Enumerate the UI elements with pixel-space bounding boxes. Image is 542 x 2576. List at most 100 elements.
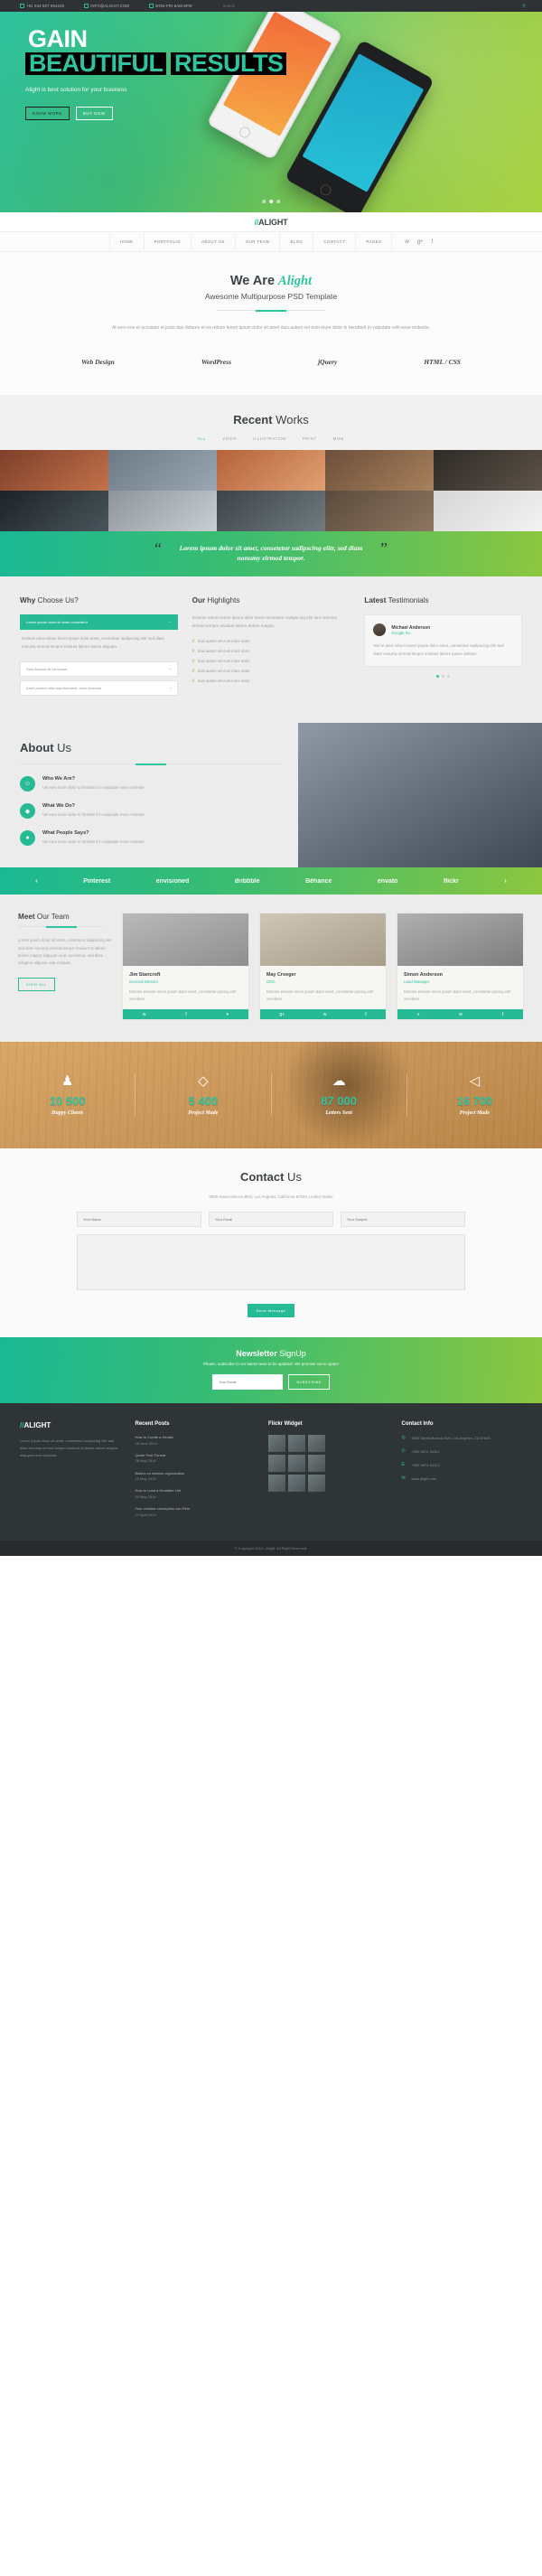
facebook-icon[interactable]: f [502, 1012, 503, 1017]
facebook-icon[interactable]: f [185, 1012, 186, 1017]
filter-mise[interactable]: MISE [333, 436, 345, 441]
contact-message-textarea[interactable] [77, 1234, 465, 1291]
testimonial-dot-2[interactable] [442, 675, 445, 679]
client-logo-envato[interactable]: envato [378, 878, 398, 885]
team-member-photo [123, 913, 248, 967]
flickr-thumbnail[interactable] [307, 1455, 325, 1473]
client-logo-pinterest[interactable]: Pinterest [83, 878, 110, 885]
nav-item-portfolio[interactable]: PORTFOLIO [143, 233, 191, 250]
portfolio-item[interactable] [325, 491, 434, 531]
team-divider [18, 926, 104, 928]
nav-item-our-team[interactable]: OUR TEAM [234, 233, 280, 250]
site-logo[interactable]: //ALIGHT [255, 218, 288, 227]
search-icon[interactable]: ⚲ [522, 4, 526, 9]
accordion-header-3[interactable]: Amet purator clita reprehenderit, enim e… [20, 680, 178, 697]
footer-contact-phone: ✆ +555 9876 54321 [401, 1448, 522, 1456]
footer-post-item[interactable]: How to Load a Headfrier Life 04 May 2014 [135, 1488, 256, 1500]
testimonial-dot-1[interactable] [436, 675, 440, 679]
slider-dots[interactable] [262, 199, 280, 203]
stat-label: Happy Clients [51, 1110, 84, 1117]
accordion-header-2[interactable]: Duis dolores sit ea rebum + [20, 661, 178, 678]
flickr-thumbnail[interactable] [287, 1455, 305, 1473]
nav-item-contact[interactable]: CONTACT [313, 233, 355, 250]
client-logo-envisioned[interactable]: envisioned [156, 878, 190, 885]
contact-subject-input[interactable] [341, 1212, 465, 1228]
nav-item-about-us[interactable]: ABOUT US [190, 233, 235, 250]
portfolio-item[interactable] [434, 491, 542, 531]
client-logo-behance[interactable]: Béhance [305, 878, 332, 885]
search-input[interactable] [222, 4, 304, 8]
topbar-search[interactable]: ⚲ [222, 4, 542, 9]
client-logo-flickr[interactable]: flickr [444, 878, 459, 885]
flickr-thumbnail[interactable] [307, 1475, 325, 1493]
about-title: About Us [20, 741, 278, 754]
slider-dot-3[interactable] [276, 200, 280, 203]
facebook-icon[interactable]: f [432, 239, 434, 245]
slider-dot-1[interactable] [262, 200, 266, 203]
footer-logo[interactable]: //ALIGHT [20, 1421, 122, 1429]
filter-video[interactable]: VIDEO [222, 436, 237, 441]
flickr-thumbnail[interactable] [287, 1475, 305, 1493]
footer-contact-website[interactable]: ✉ www.alight.com [401, 1475, 522, 1483]
flickr-thumbnail[interactable] [267, 1435, 285, 1453]
filter-all[interactable]: ALL [198, 436, 206, 441]
chevron-down-icon[interactable]: ▾ [227, 1012, 229, 1017]
send-message-button[interactable]: Send Message [247, 1304, 295, 1318]
testimonial-dots[interactable] [364, 675, 522, 679]
view-all-button[interactable]: VIEW ALL [18, 977, 56, 991]
google-plus-icon[interactable]: g+ [417, 239, 424, 245]
flickr-thumbnail[interactable] [287, 1435, 305, 1453]
contact-email-input[interactable] [209, 1212, 333, 1228]
highlight-bullet-text: duis autem vel eum iriure dolor [198, 668, 250, 673]
flickr-thumbnail[interactable] [267, 1475, 285, 1493]
stat-label: Letters Sent [325, 1110, 352, 1117]
works-title: Recent Works [0, 413, 542, 426]
portfolio-item[interactable] [325, 450, 434, 491]
footer-post-item[interactable]: Basics on mission organization 12 May 20… [135, 1471, 256, 1483]
carousel-next-icon[interactable]: › [504, 878, 506, 885]
filter-illustration[interactable]: ILLUSTRATION [253, 436, 286, 441]
subscribe-button[interactable]: SUBSCRIBE [288, 1374, 330, 1391]
nav-item-home[interactable]: HOME [108, 233, 144, 250]
portfolio-item[interactable] [217, 450, 325, 491]
filter-print[interactable]: PRINT [303, 436, 317, 441]
topbar-email[interactable]: INFO@ALIGHT.COM [84, 4, 129, 8]
portfolio-item[interactable] [0, 491, 108, 531]
portfolio-item[interactable] [108, 491, 217, 531]
stat-number: 5 400 [188, 1094, 219, 1109]
portfolio-item[interactable] [0, 450, 108, 491]
flickr-thumbnail[interactable] [307, 1435, 325, 1453]
portfolio-item[interactable] [217, 491, 325, 531]
footer-post-item[interactable]: How to Create a Header 05 June 2014 [135, 1435, 256, 1447]
testimonial-dot-3[interactable] [447, 675, 451, 679]
flickr-thumbnail[interactable] [267, 1455, 285, 1473]
newsletter-email-input[interactable] [212, 1374, 284, 1391]
user-icon: ☺ [20, 776, 35, 792]
vimeo-icon[interactable]: v [417, 1012, 420, 1017]
contact-name-input[interactable] [77, 1212, 201, 1228]
facebook-icon[interactable]: f [365, 1012, 366, 1017]
clients-carousel: ‹ Pinterest envisioned dribbble Béhance … [0, 867, 542, 895]
footer-post-item[interactable]: Your creative conception can Rent 27 Apr… [135, 1506, 256, 1518]
footer-post-date: 28 May 2014 [135, 1458, 156, 1464]
twitter-icon[interactable]: w [323, 1012, 327, 1017]
twitter-icon[interactable]: w [405, 239, 408, 245]
footer-contact-address: ◎ 8605 Santa Monica Blvd, Los Angeles, C… [401, 1435, 522, 1442]
carousel-prev-icon[interactable]: ‹ [35, 878, 37, 885]
clock-icon [149, 4, 154, 8]
accordion-header-1[interactable]: Lorem ipsum dolor sit amet consetetur − [20, 614, 178, 630]
slider-dot-2[interactable] [268, 199, 274, 203]
footer-post-item[interactable]: Quote Post Format 28 May 2014 [135, 1453, 256, 1465]
google-plus-icon[interactable]: g+ [279, 1012, 285, 1017]
topbar-email-text: INFO@ALIGHT.COM [90, 4, 129, 8]
portfolio-item[interactable] [108, 450, 217, 491]
nav-item-blog[interactable]: BLOG [279, 233, 313, 250]
about-content: About Us ☺ Who We Are? Vel eum iriure do… [0, 723, 298, 867]
client-logo-dribbble[interactable]: dribbble [235, 878, 260, 885]
nav-item-pages[interactable]: PAGES [355, 233, 393, 250]
buy-now-button[interactable]: BUY NOW [75, 107, 113, 121]
portfolio-item[interactable] [434, 450, 542, 491]
twitter-icon[interactable]: w [143, 1012, 146, 1017]
twitter-icon[interactable]: w [459, 1012, 463, 1017]
know-more-button[interactable]: KNOW MORE [25, 107, 70, 121]
